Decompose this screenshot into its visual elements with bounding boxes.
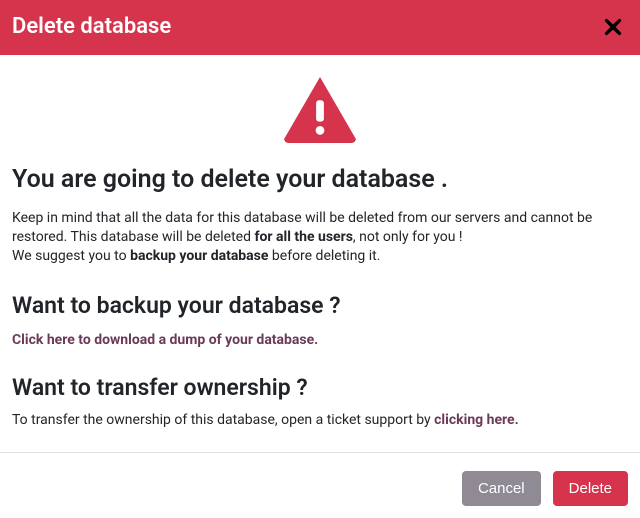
text-bold: backup your database [130,248,268,264]
text: , not only for you ! [353,229,463,245]
download-dump-link[interactable]: Click here to download a dump of your da… [12,332,318,348]
warning-icon [12,75,628,143]
modal-title: Delete database [12,14,171,39]
text: before deleting it. [268,248,380,264]
delete-database-modal: Delete database You are going to delete … [0,0,640,518]
warning-paragraph-2: We suggest you to backup your database b… [12,247,628,266]
close-icon [602,16,624,38]
text: To transfer the ownership of this databa… [12,412,434,428]
open-ticket-link[interactable]: clicking here. [434,412,519,428]
modal-body: You are going to delete your database . … [0,55,640,452]
cancel-button[interactable]: Cancel [462,471,541,506]
close-button[interactable] [598,16,628,38]
transfer-heading: Want to transfer ownership ? [12,374,628,401]
text-bold: for all the users [254,229,352,245]
backup-heading: Want to backup your database ? [12,292,628,319]
modal-header: Delete database [0,0,640,55]
modal-footer: Cancel Delete [0,452,640,518]
delete-warning-heading: You are going to delete your database . [12,165,628,195]
warning-paragraph-1: Keep in mind that all the data for this … [12,209,628,247]
transfer-paragraph: To transfer the ownership of this databa… [12,411,628,430]
delete-button[interactable]: Delete [553,471,628,506]
text: We suggest you to [12,248,130,264]
